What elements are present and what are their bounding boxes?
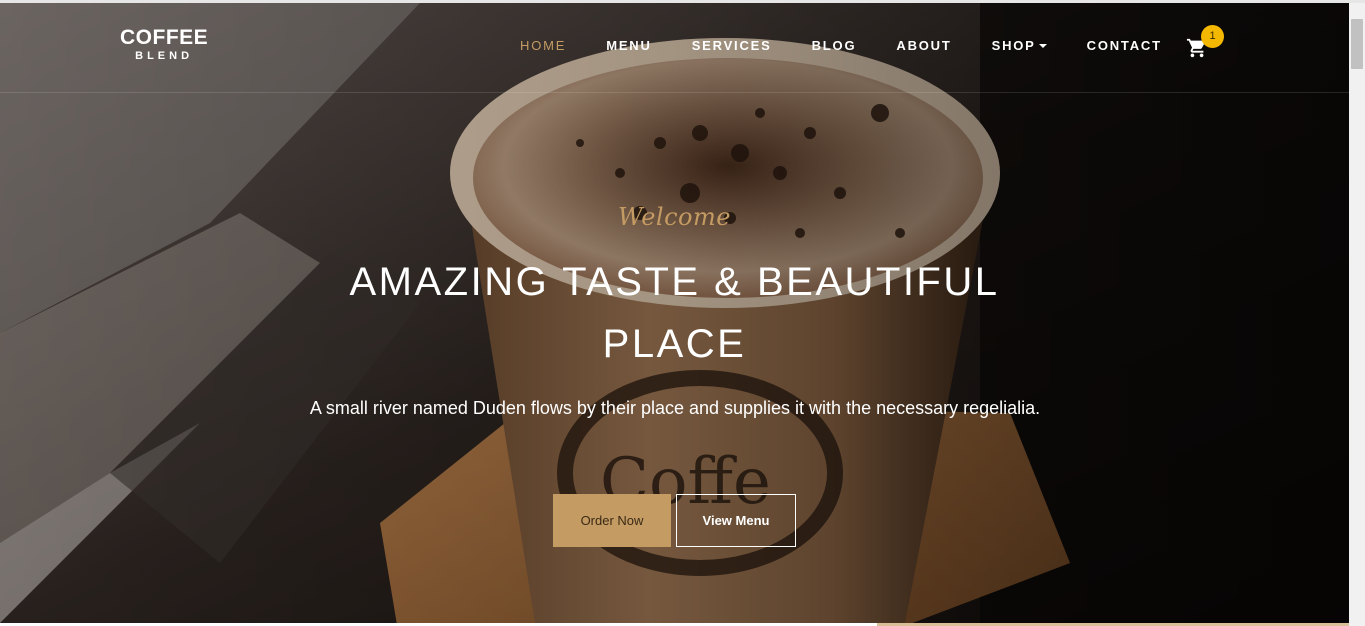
cart-count-badge: 1 [1201,25,1224,48]
brand-logo[interactable]: COFFEE BLEND [120,27,208,63]
nav-item-home[interactable]: HOME [500,37,586,55]
order-now-button[interactable]: Order Now [553,494,671,547]
nav-item-menu[interactable]: MENU [586,37,671,55]
view-menu-button[interactable]: View Menu [676,494,796,547]
nav-item-contact[interactable]: CONTACT [1067,37,1182,55]
nav-item-shop[interactable]: SHOP [972,37,1067,55]
nav-item-blog[interactable]: BLOG [792,37,877,55]
nav-item-services[interactable]: SERVICES [672,37,792,55]
brand-name: COFFEE [120,26,209,49]
hero-subtext: A small river named Duden flows by their… [309,398,1041,418]
hero-section: Coffe COFFEE BLEND HOME MENU SERVICES BL… [0,3,1349,623]
hero-welcome: Welcome [618,203,731,231]
hero-headline: AMAZING TASTE & BEAUTIFUL PLACE [330,251,1019,375]
caret-down-icon [1038,43,1047,48]
hero-headline-line1: AMAZING TASTE & BEAUTIFUL [349,260,1000,304]
nav-item-about[interactable]: ABOUT [876,37,971,55]
nav-links: HOME MENU SERVICES BLOG ABOUT SHOP CONTA… [500,37,1182,55]
hero-headline-line2: PLACE [602,322,747,366]
navbar: COFFEE BLEND HOME MENU SERVICES BLOG ABO… [0,3,1349,93]
scrollbar-thumb[interactable] [1351,19,1363,69]
nav-item-shop-label: SHOP [991,38,1036,53]
brand-subtitle: BLEND [135,50,194,62]
scrollbar[interactable] [1349,3,1365,626]
